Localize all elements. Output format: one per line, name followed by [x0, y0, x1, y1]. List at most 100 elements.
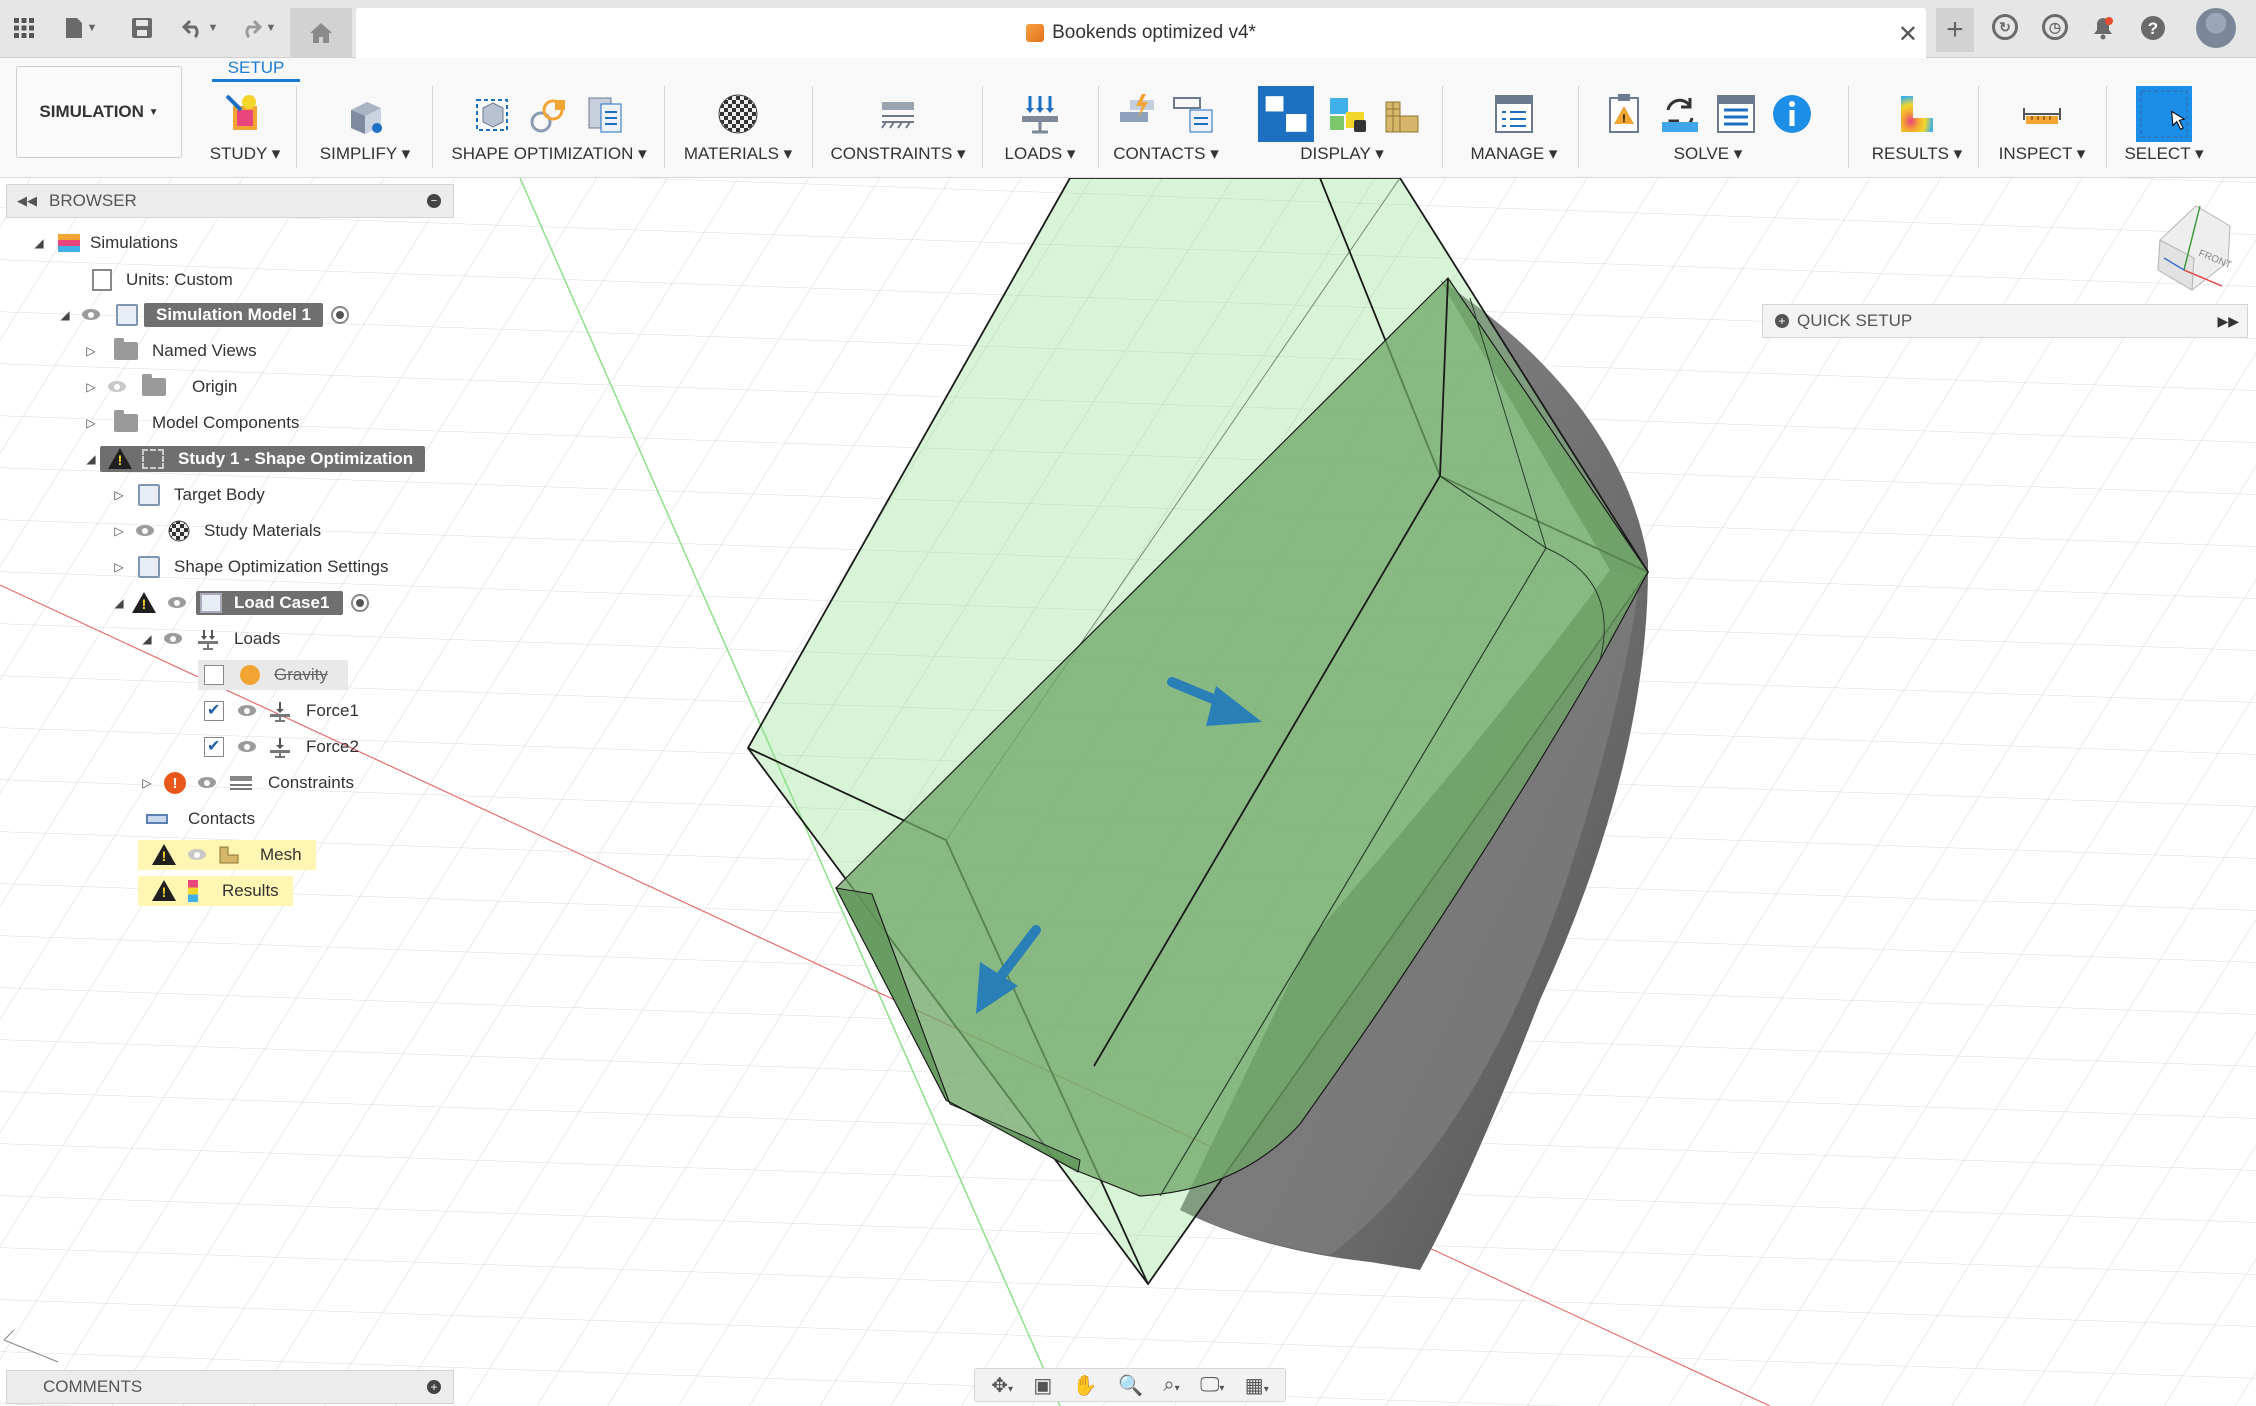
tree-item-target-body[interactable]: ▷ Target Body	[110, 480, 265, 510]
collapse-triangle-icon[interactable]: ◢	[56, 308, 74, 322]
expand-triangle-icon[interactable]: ▷	[110, 560, 128, 574]
display-group[interactable]: DISPLAY ▾	[1250, 86, 1434, 178]
quick-setup-panel[interactable]: + QUICK SETUP ▶▶	[1762, 304, 2248, 338]
settings-icon	[138, 556, 160, 578]
hidden-eye-icon[interactable]	[106, 380, 130, 394]
simulations-icon	[58, 234, 80, 252]
visibility-eye-icon[interactable]	[80, 308, 104, 322]
tree-item-force1[interactable]: Force1	[198, 696, 359, 726]
fit-icon[interactable]: ⌕▾	[1163, 1374, 1179, 1397]
folder-icon	[142, 374, 166, 396]
tree-item-study-materials[interactable]: ▷ Study Materials	[110, 516, 321, 546]
save-button[interactable]	[126, 10, 158, 46]
force-icon	[270, 702, 290, 722]
visibility-eye-icon[interactable]	[236, 704, 260, 718]
visibility-eye-icon[interactable]	[166, 596, 190, 610]
tree-item-results[interactable]: Results	[138, 876, 293, 906]
expand-triangle-icon[interactable]: ▷	[110, 488, 128, 502]
constraints-group[interactable]: CONSTRAINTS ▾	[822, 88, 974, 178]
study-group[interactable]: STUDY ▾	[200, 88, 290, 178]
shape-optimization-group[interactable]: SHAPE OPTIMIZATION ▾	[440, 88, 658, 178]
tree-label: Study 1 - Shape Optimization	[178, 449, 414, 468]
manage-group[interactable]: MANAGE ▾	[1452, 88, 1576, 178]
look-at-icon[interactable]: ▣	[1033, 1373, 1052, 1398]
extensions-icon[interactable]: ↻	[1992, 14, 2018, 40]
redo-button[interactable]: ▼	[234, 10, 282, 46]
grid-settings-icon[interactable]: ▦▾	[1245, 1373, 1269, 1398]
tree-item-mesh[interactable]: Mesh	[138, 840, 316, 870]
visibility-eye-icon[interactable]	[196, 776, 220, 790]
activate-radio[interactable]	[351, 594, 370, 612]
visibility-eye-icon[interactable]	[162, 632, 186, 646]
document-tab[interactable]: Bookends optimized v4* ✕	[356, 8, 1926, 58]
select-label: SELECT	[2124, 144, 2191, 163]
pre-check-icon: !	[1609, 94, 1639, 133]
expand-triangle-icon[interactable]: ▷	[110, 524, 128, 538]
job-status-icon[interactable]: ◷	[2042, 14, 2068, 40]
tree-item-shape-optimization-settings[interactable]: ▷ Shape Optimization Settings	[110, 552, 389, 582]
comments-panel[interactable]: COMMENTS +	[6, 1370, 454, 1404]
shape-optimization-label: SHAPE OPTIMIZATION	[451, 144, 634, 163]
tree-label: Study Materials	[204, 521, 322, 540]
notifications-icon[interactable]	[2088, 10, 2118, 46]
tree-item-gravity[interactable]: Gravity	[198, 660, 348, 690]
visibility-eye-icon[interactable]	[134, 524, 158, 538]
collapse-triangle-icon[interactable]: ◢	[30, 236, 48, 250]
inspect-group[interactable]: INSPECT ▾	[1986, 88, 2098, 178]
results-group[interactable]: RESULTS ▾	[1858, 88, 1976, 178]
tree-item-model-components[interactable]: ▷ Model Components	[82, 408, 299, 438]
add-comment-icon[interactable]: +	[427, 1380, 441, 1394]
orbit-icon[interactable]: ✥▾	[991, 1373, 1013, 1398]
browser-panel-header[interactable]: ◀◀ BROWSER −	[6, 184, 454, 218]
expand-triangle-icon[interactable]: ▷	[82, 416, 100, 430]
user-avatar[interactable]	[2196, 8, 2236, 48]
collapse-panel-icon[interactable]: ◀◀	[17, 193, 37, 209]
close-icon[interactable]: ✕	[1898, 20, 1918, 49]
select-group[interactable]: SELECT ▾	[2114, 86, 2214, 178]
force1-checkbox[interactable]	[204, 700, 224, 721]
collapse-triangle-icon[interactable]: ◢	[110, 596, 128, 610]
tree-item-contacts[interactable]: Contacts	[146, 804, 255, 834]
workspace-switcher-button[interactable]: SIMULATION ▼	[16, 66, 182, 158]
tree-item-force2[interactable]: Force2	[198, 732, 359, 762]
tree-item-origin[interactable]: ▷ Origin	[82, 372, 237, 402]
minimize-panel-icon[interactable]: −	[427, 194, 441, 208]
expand-triangle-icon[interactable]: ▷	[82, 344, 100, 358]
simplify-group[interactable]: SIMPLIFY ▾	[310, 88, 420, 178]
file-menu-button[interactable]: ▼	[58, 10, 104, 46]
undo-button[interactable]: ▼	[176, 10, 224, 46]
expand-triangle-icon[interactable]: ▷	[82, 380, 100, 394]
tree-item-study[interactable]: ◢ Study 1 - Shape Optimization	[82, 444, 426, 474]
hidden-eye-icon[interactable]	[186, 848, 210, 862]
contacts-group[interactable]: CONTACTS ▾	[1104, 88, 1228, 178]
solve-group[interactable]: ! SOLVE ▾	[1588, 88, 1828, 178]
home-tab[interactable]	[290, 8, 352, 58]
activate-radio[interactable]	[330, 306, 349, 324]
tab-setup[interactable]: SETUP	[212, 58, 300, 82]
zoom-icon[interactable]: 🔍	[1118, 1373, 1143, 1398]
info-icon	[1773, 95, 1811, 133]
visibility-eye-icon[interactable]	[236, 740, 260, 754]
tree-item-loads[interactable]: ◢ Loads	[138, 624, 280, 654]
tree-item-load-case[interactable]: ◢ Load Case1	[110, 588, 370, 618]
tree-item-named-views[interactable]: ▷ Named Views	[82, 336, 257, 366]
expand-triangle-icon[interactable]: ▷	[138, 776, 156, 790]
apps-grid-icon[interactable]	[8, 10, 40, 46]
expand-panel-icon[interactable]: ▶▶	[2217, 313, 2239, 330]
new-tab-icon[interactable]: +	[1936, 8, 1974, 52]
materials-group[interactable]: MATERIALS ▾	[674, 88, 802, 178]
tree-item-units[interactable]: Units: Custom	[92, 265, 233, 295]
collapse-triangle-icon[interactable]: ◢	[138, 632, 156, 646]
tree-item-simulation-model[interactable]: ◢ Simulation Model 1	[56, 300, 349, 330]
display-mode-icon[interactable]: 🖵▾	[1200, 1374, 1224, 1397]
help-icon[interactable]: ?	[2138, 10, 2168, 46]
collapse-triangle-icon[interactable]: ◢	[82, 452, 100, 466]
gravity-checkbox[interactable]	[204, 665, 224, 685]
tree-item-constraints[interactable]: ▷ ! Constraints	[138, 768, 354, 798]
shape-settings-icon	[588, 97, 622, 133]
loads-group[interactable]: LOADS ▾	[990, 88, 1090, 178]
quick-setup-label: QUICK SETUP	[1797, 311, 1913, 330]
pan-icon[interactable]: ✋	[1073, 1373, 1098, 1398]
force2-checkbox[interactable]	[204, 736, 224, 757]
tree-item-simulations[interactable]: ◢ Simulations	[30, 228, 178, 258]
